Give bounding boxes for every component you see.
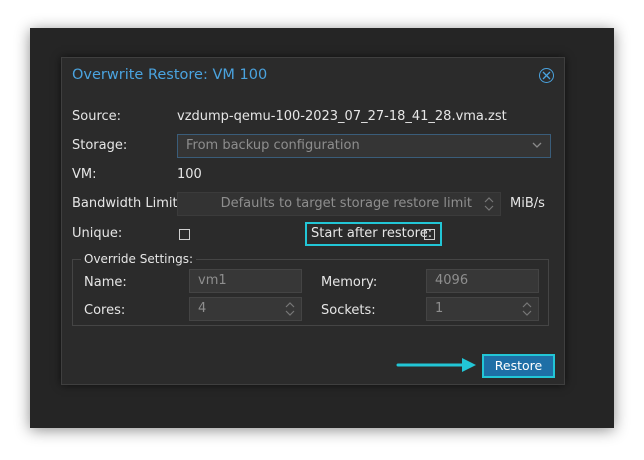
name-input-value: vm1 xyxy=(198,273,227,288)
close-button[interactable] xyxy=(539,68,554,83)
name-input[interactable]: vm1 xyxy=(189,269,302,293)
name-label: Name: xyxy=(84,275,127,290)
sockets-label: Sockets: xyxy=(321,303,376,318)
memory-label: Memory: xyxy=(321,275,378,290)
vm-label: VM: xyxy=(72,167,97,182)
dialog-title: Overwrite Restore: VM 100 xyxy=(72,67,268,83)
source-value: vzdump-qemu-100-2023_07_27-18_41_28.vma.… xyxy=(177,109,507,124)
storage-select-value: From backup configuration xyxy=(186,138,360,153)
bandwidth-placeholder: Defaults to target storage restore limit xyxy=(220,196,472,211)
storage-label: Storage: xyxy=(72,138,128,153)
restore-button[interactable]: Restore xyxy=(482,354,555,378)
sockets-input[interactable]: 1 xyxy=(426,297,539,321)
start-after-checkbox[interactable] xyxy=(424,229,435,240)
sockets-input-value: 1 xyxy=(435,301,444,316)
cores-label: Cores: xyxy=(84,303,126,318)
bandwidth-input[interactable]: Defaults to target storage restore limit xyxy=(177,192,501,216)
vm-value: 100 xyxy=(177,167,202,182)
close-icon xyxy=(542,71,551,80)
arrow-icon xyxy=(396,358,476,372)
unique-checkbox[interactable] xyxy=(179,229,190,240)
cores-input[interactable]: 4 xyxy=(189,297,302,321)
memory-input-value: 4096 xyxy=(435,273,469,288)
start-after-label: Start after restore: xyxy=(311,226,433,241)
storage-select[interactable]: From backup configuration xyxy=(177,134,551,158)
unique-label: Unique: xyxy=(72,226,123,241)
memory-input[interactable]: 4096 xyxy=(426,269,539,293)
restore-dialog: Overwrite Restore: VM 100 Source: vzdump… xyxy=(61,57,565,385)
chevron-down-icon xyxy=(532,142,542,148)
override-legend: Override Settings: xyxy=(81,252,196,266)
bandwidth-unit: MiB/s xyxy=(510,196,545,211)
spinner-icon[interactable] xyxy=(484,196,494,212)
source-label: Source: xyxy=(72,109,122,124)
bandwidth-label: Bandwidth Limit: xyxy=(72,196,182,211)
spinner-icon[interactable] xyxy=(522,301,532,317)
override-settings-group: Override Settings: Name: vm1 Memory: 409… xyxy=(72,252,549,326)
cores-input-value: 4 xyxy=(198,301,207,316)
spinner-icon[interactable] xyxy=(285,301,295,317)
